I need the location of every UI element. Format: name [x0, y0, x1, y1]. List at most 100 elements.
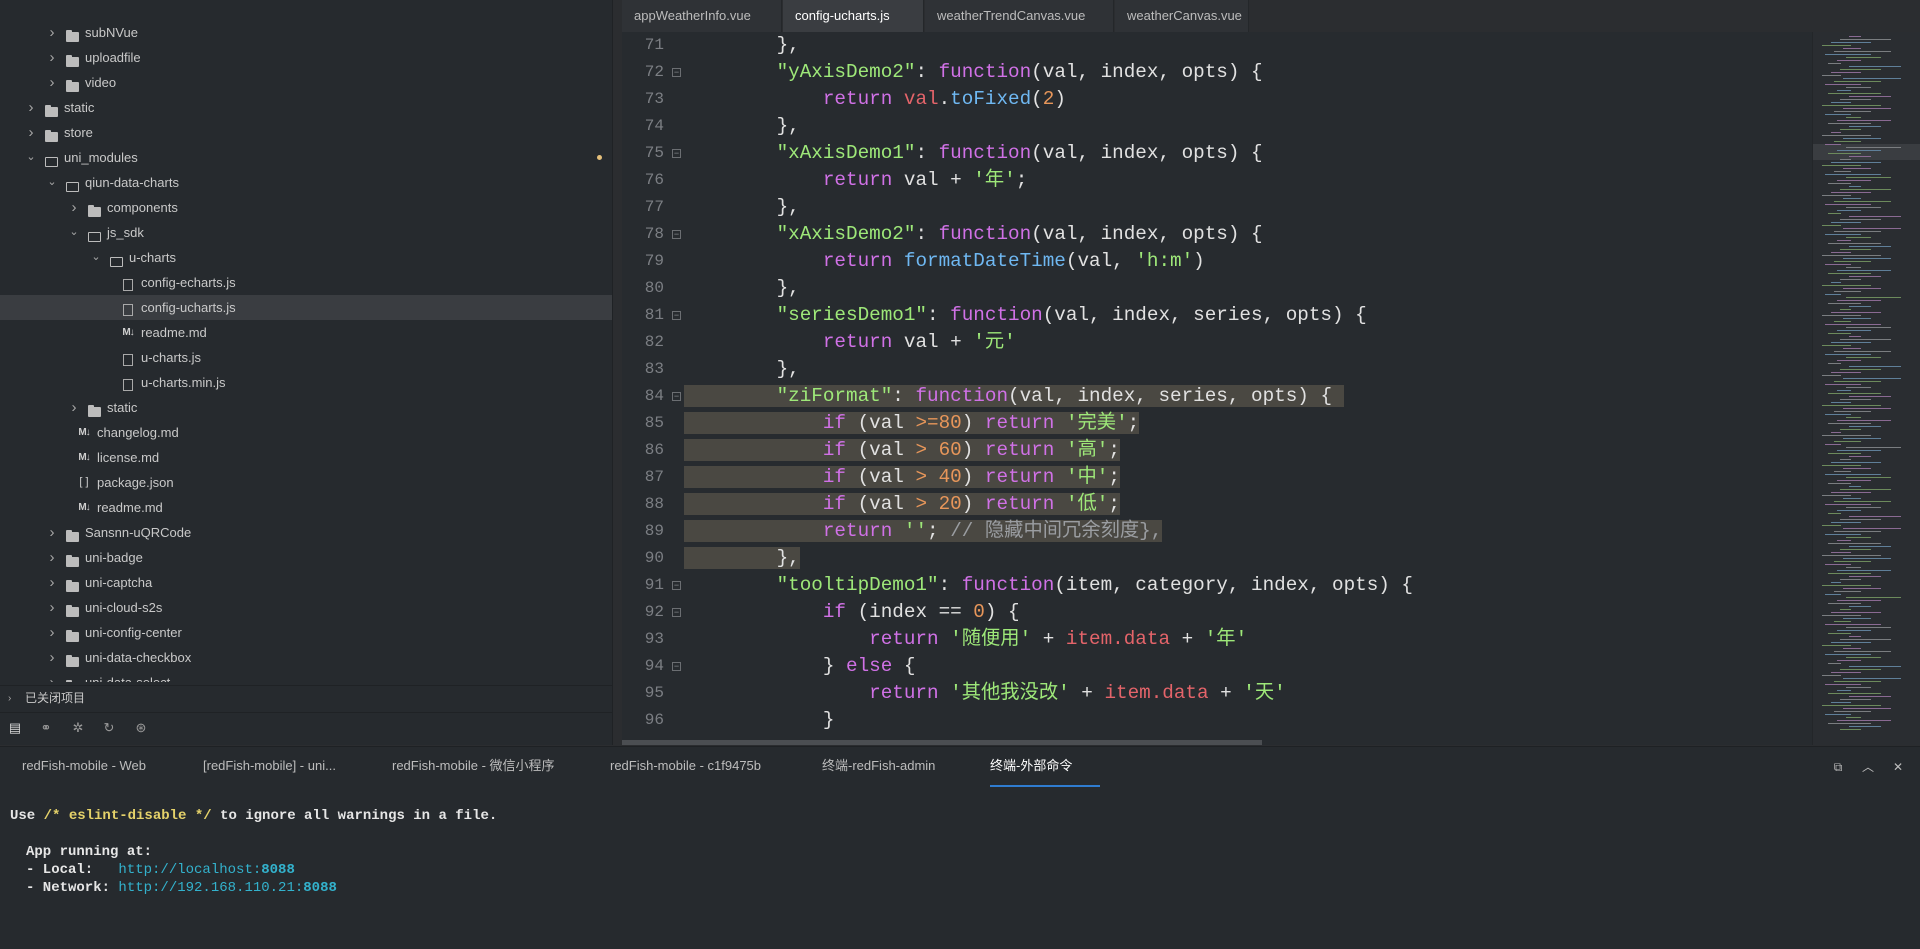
terminal-tab[interactable]: 终端-外部命令: [990, 747, 1100, 787]
code-line[interactable]: },: [684, 194, 800, 221]
chevron-right-icon[interactable]: ›: [46, 520, 58, 545]
chevron-right-icon[interactable]: ›: [46, 545, 58, 570]
code-line[interactable]: },: [684, 275, 800, 302]
fold-toggle-icon[interactable]: −: [672, 68, 681, 77]
code-line[interactable]: return formatDateTime(val, 'h:m'): [684, 248, 1205, 275]
close-all-icon[interactable]: ✕: [1890, 759, 1906, 775]
editor-tab[interactable]: weatherTrendCanvas.vue: [925, 0, 1114, 32]
code-line[interactable]: },: [684, 545, 800, 572]
chevron-down-icon[interactable]: ⌄: [68, 220, 80, 245]
tree-folder[interactable]: ⌄ u-charts: [0, 245, 612, 270]
tree-file[interactable]: M↓ readme.md: [0, 495, 612, 520]
chevron-right-icon[interactable]: ›: [46, 45, 58, 70]
tree-folder[interactable]: › uni-captcha: [0, 570, 612, 595]
tree-folder[interactable]: › Sansnn-uQRCode: [0, 520, 612, 545]
fold-toggle-icon[interactable]: −: [672, 230, 681, 239]
tree-folder[interactable]: › uni-badge: [0, 545, 612, 570]
code-line[interactable]: "yAxisDemo2": function(val, index, opts)…: [684, 59, 1263, 86]
fold-toggle-icon[interactable]: −: [672, 149, 681, 158]
code-line[interactable]: if (val > 20) return '低';: [684, 491, 1120, 518]
tree-file[interactable]: M↓ changelog.md: [0, 420, 612, 445]
code-line[interactable]: return val.toFixed(2): [684, 86, 1066, 113]
code-line[interactable]: if (val > 60) return '高';: [684, 437, 1120, 464]
local-url-link[interactable]: http://localhost:: [118, 862, 261, 878]
terminal-tab[interactable]: 终端-redFish-admin: [822, 747, 935, 787]
chevron-right-icon[interactable]: ›: [46, 570, 58, 595]
code-line[interactable]: },: [684, 113, 800, 140]
code-line[interactable]: "ziFormat": function(val, index, series,…: [684, 383, 1344, 410]
chevron-right-icon[interactable]: ›: [46, 645, 58, 670]
terminal-tab[interactable]: redFish-mobile - Web: [22, 747, 146, 787]
tree-folder[interactable]: ⌄ uni_modules: [0, 145, 612, 170]
code-line[interactable]: "xAxisDemo1": function(val, index, opts)…: [684, 140, 1263, 167]
debug-bug-icon[interactable]: ✲: [69, 719, 87, 737]
fold-toggle-icon[interactable]: −: [672, 392, 681, 401]
terminal-tab[interactable]: redFish-mobile - c1f9475b: [610, 747, 761, 787]
tree-file[interactable]: config-ucharts.js: [0, 295, 612, 320]
tree-file[interactable]: u-charts.min.js: [0, 370, 612, 395]
tree-folder[interactable]: ⌄ qiun-data-charts: [0, 170, 612, 195]
code-line[interactable]: "tooltipDemo1": function(item, category,…: [684, 572, 1413, 599]
chevron-right-icon[interactable]: ›: [46, 70, 58, 95]
terminal-tab[interactable]: [redFish-mobile] - uni...: [203, 747, 336, 787]
code-line[interactable]: } else {: [684, 653, 916, 680]
tree-file[interactable]: [ ] package.json: [0, 470, 612, 495]
network-port[interactable]: 8088: [303, 880, 337, 896]
chevron-right-icon[interactable]: ›: [68, 195, 80, 220]
code-line[interactable]: return '其他我没改' + item.data + '天': [684, 680, 1286, 707]
network-url-link[interactable]: http://192.168.110.21:: [118, 880, 303, 896]
minimap[interactable]: [1812, 32, 1920, 745]
collapse-chevron-up-icon[interactable]: ︿: [1860, 759, 1876, 775]
tree-file[interactable]: M↓ readme.md: [0, 320, 612, 345]
tree-folder[interactable]: › uploadfile: [0, 45, 612, 70]
tree-folder[interactable]: › uni-data-select: [0, 670, 612, 682]
editor-tab[interactable]: appWeatherInfo.vue: [622, 0, 782, 32]
code-line[interactable]: if (val > 40) return '中';: [684, 464, 1120, 491]
chevron-right-icon[interactable]: ›: [25, 95, 37, 120]
chevron-right-icon[interactable]: ›: [25, 120, 37, 145]
tree-folder[interactable]: › uni-config-center: [0, 620, 612, 645]
code-line[interactable]: if (val >=80) return '完美';: [684, 410, 1140, 437]
code-line[interactable]: if (index == 0) {: [684, 599, 1020, 626]
git-icon[interactable]: ↻: [100, 719, 118, 737]
fold-toggle-icon[interactable]: −: [672, 581, 681, 590]
terminal-tab[interactable]: redFish-mobile - 微信小程序: [392, 747, 555, 787]
tree-folder[interactable]: › static: [0, 95, 612, 120]
editor-tab[interactable]: config-ucharts.js: [783, 0, 924, 32]
chevron-right-icon[interactable]: ›: [46, 595, 58, 620]
code-area[interactable]: }, "yAxisDemo2": function(val, index, op…: [684, 32, 1812, 745]
tree-folder[interactable]: › uni-cloud-s2s: [0, 595, 612, 620]
code-line[interactable]: return ''; // 隐藏中间冗余刻度},: [684, 518, 1163, 545]
code-line[interactable]: },: [684, 32, 800, 59]
chevron-right-icon[interactable]: ›: [46, 20, 58, 45]
search-binoculars-icon[interactable]: ⚭: [37, 719, 55, 737]
chevron-right-icon[interactable]: ›: [68, 395, 80, 420]
code-line[interactable]: return val + '年';: [684, 167, 1027, 194]
tree-folder[interactable]: › components: [0, 195, 612, 220]
tree-folder[interactable]: › store: [0, 120, 612, 145]
tree-folder[interactable]: › video: [0, 70, 612, 95]
chevron-down-icon[interactable]: ⌄: [90, 245, 102, 270]
fold-toggle-icon[interactable]: −: [672, 608, 681, 617]
chevron-right-icon[interactable]: ›: [46, 670, 58, 682]
code-line[interactable]: return '随便用' + item.data + '年': [684, 626, 1247, 653]
local-port[interactable]: 8088: [261, 862, 295, 878]
maximize-icon[interactable]: ⧉: [1830, 759, 1846, 775]
tree-file[interactable]: u-charts.js: [0, 345, 612, 370]
chevron-down-icon[interactable]: ⌄: [46, 170, 58, 195]
fold-toggle-icon[interactable]: −: [672, 311, 681, 320]
code-line[interactable]: },: [684, 356, 800, 383]
plugin-icon[interactable]: ⊛: [132, 719, 150, 737]
code-line[interactable]: "seriesDemo1": function(val, index, seri…: [684, 302, 1367, 329]
tree-folder[interactable]: › static: [0, 395, 612, 420]
code-line[interactable]: }: [684, 707, 835, 734]
tree-folder[interactable]: › uni-data-checkbox: [0, 645, 612, 670]
code-editor[interactable]: 71 72−73 74 75−76 77 78−79 80 81−82 83 84−85 86 87 8…: [622, 32, 1812, 745]
fold-toggle-icon[interactable]: −: [672, 662, 681, 671]
closed-projects-section[interactable]: › 已关闭项目: [0, 685, 612, 711]
tree-file[interactable]: M↓ license.md: [0, 445, 612, 470]
chevron-right-icon[interactable]: ›: [46, 620, 58, 645]
tree-folder[interactable]: ⌄ js_sdk: [0, 220, 612, 245]
project-explorer-icon[interactable]: ▤: [6, 719, 24, 737]
editor-tab[interactable]: weatherCanvas.vue: [1115, 0, 1249, 32]
